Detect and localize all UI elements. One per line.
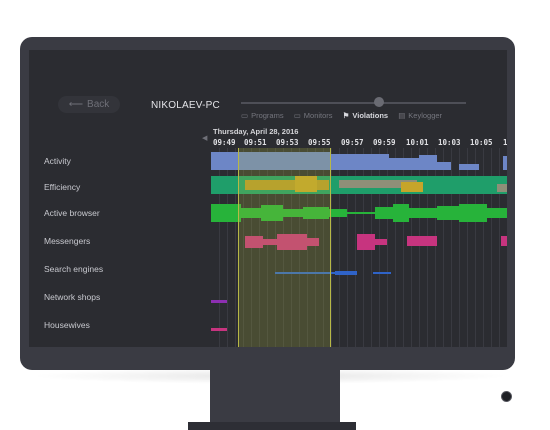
messengers-segment <box>357 234 375 250</box>
efficiency-segment <box>497 184 507 192</box>
tab-keylogger[interactable]: ▤ Keylogger <box>398 111 442 120</box>
time-tick: 1 <box>503 138 507 147</box>
row-label-activity: Activity <box>44 156 71 166</box>
time-tick: 09:53 <box>276 138 299 147</box>
search-segment <box>335 271 357 275</box>
browser-segment <box>487 208 507 218</box>
monitor-stand-base <box>188 422 356 430</box>
back-button-label: Back <box>87 99 110 110</box>
messengers-segment <box>501 236 507 246</box>
row-label-efficiency: Efficiency <box>44 182 81 192</box>
activity-segment <box>389 158 419 170</box>
browser-segment <box>459 204 487 222</box>
zoom-slider-handle[interactable] <box>374 97 384 107</box>
time-tick: 10:01 <box>406 138 429 147</box>
time-tick: 09:55 <box>308 138 331 147</box>
power-button-icon <box>501 391 512 402</box>
activity-segment <box>419 155 437 170</box>
browser-segment <box>375 207 393 219</box>
activity-segment <box>437 162 451 170</box>
monitor-stand-neck <box>210 370 340 425</box>
browser-segment <box>409 208 437 218</box>
activity-segment <box>331 154 389 170</box>
time-axis: 09:49 09:51 09:53 09:55 09:57 09:59 10:0… <box>213 138 507 148</box>
time-selection-range[interactable] <box>238 148 331 347</box>
messengers-segment <box>407 236 437 246</box>
scroll-left-icon[interactable]: ◀ <box>202 134 207 142</box>
tab-monitors[interactable]: ▭ Monitors <box>294 111 333 120</box>
monitor-screen: ⟵ Back NIKOLAEV-PC ▭ Programs ▭ Monitors ⚑ V… <box>29 50 507 347</box>
computer-name: NIKOLAEV-PC <box>151 100 220 111</box>
browser-segment <box>347 212 375 214</box>
monitor-icon: ▭ <box>293 111 301 120</box>
shops-segment <box>211 300 227 303</box>
view-tabs: ▭ Programs ▭ Monitors ⚑ Violations ▤ Keylogg… <box>241 111 450 120</box>
timeline-date: Thursday, April 28, 2016 <box>213 127 299 136</box>
browser-segment <box>211 204 241 222</box>
messengers-segment <box>375 239 387 245</box>
row-label-search-engines: Search engines <box>44 264 104 274</box>
timeline-lanes[interactable] <box>211 148 507 347</box>
housewives-segment <box>211 328 227 331</box>
efficiency-segment <box>401 182 423 192</box>
browser-segment <box>437 206 459 220</box>
activity-segment <box>459 164 479 170</box>
time-tick: 09:57 <box>341 138 364 147</box>
time-tick: 10:03 <box>438 138 461 147</box>
row-label-network-shops: Network shops <box>44 292 101 302</box>
browser-segment <box>329 209 347 217</box>
row-label-active-browser: Active browser <box>44 208 100 218</box>
time-tick: 09:59 <box>373 138 396 147</box>
browser-segment <box>393 204 409 222</box>
arrow-left-icon: ⟵ <box>68 99 84 110</box>
folder-icon: ▭ <box>241 111 249 120</box>
tab-violations[interactable]: ⚑ Violations <box>343 111 388 120</box>
keyboard-icon: ▤ <box>398 111 406 120</box>
row-label-messengers: Messengers <box>44 236 91 246</box>
tab-programs[interactable]: ▭ Programs <box>241 111 284 120</box>
time-tick: 09:49 <box>213 138 236 147</box>
time-tick: 09:51 <box>244 138 267 147</box>
time-tick: 10:05 <box>470 138 493 147</box>
back-button[interactable]: ⟵ Back <box>58 96 120 113</box>
zoom-slider-track[interactable] <box>241 102 466 104</box>
row-label-housewives: Housewives <box>44 320 90 330</box>
flag-icon: ⚑ <box>342 111 350 120</box>
search-segment <box>373 272 391 274</box>
activity-segment <box>503 156 507 170</box>
